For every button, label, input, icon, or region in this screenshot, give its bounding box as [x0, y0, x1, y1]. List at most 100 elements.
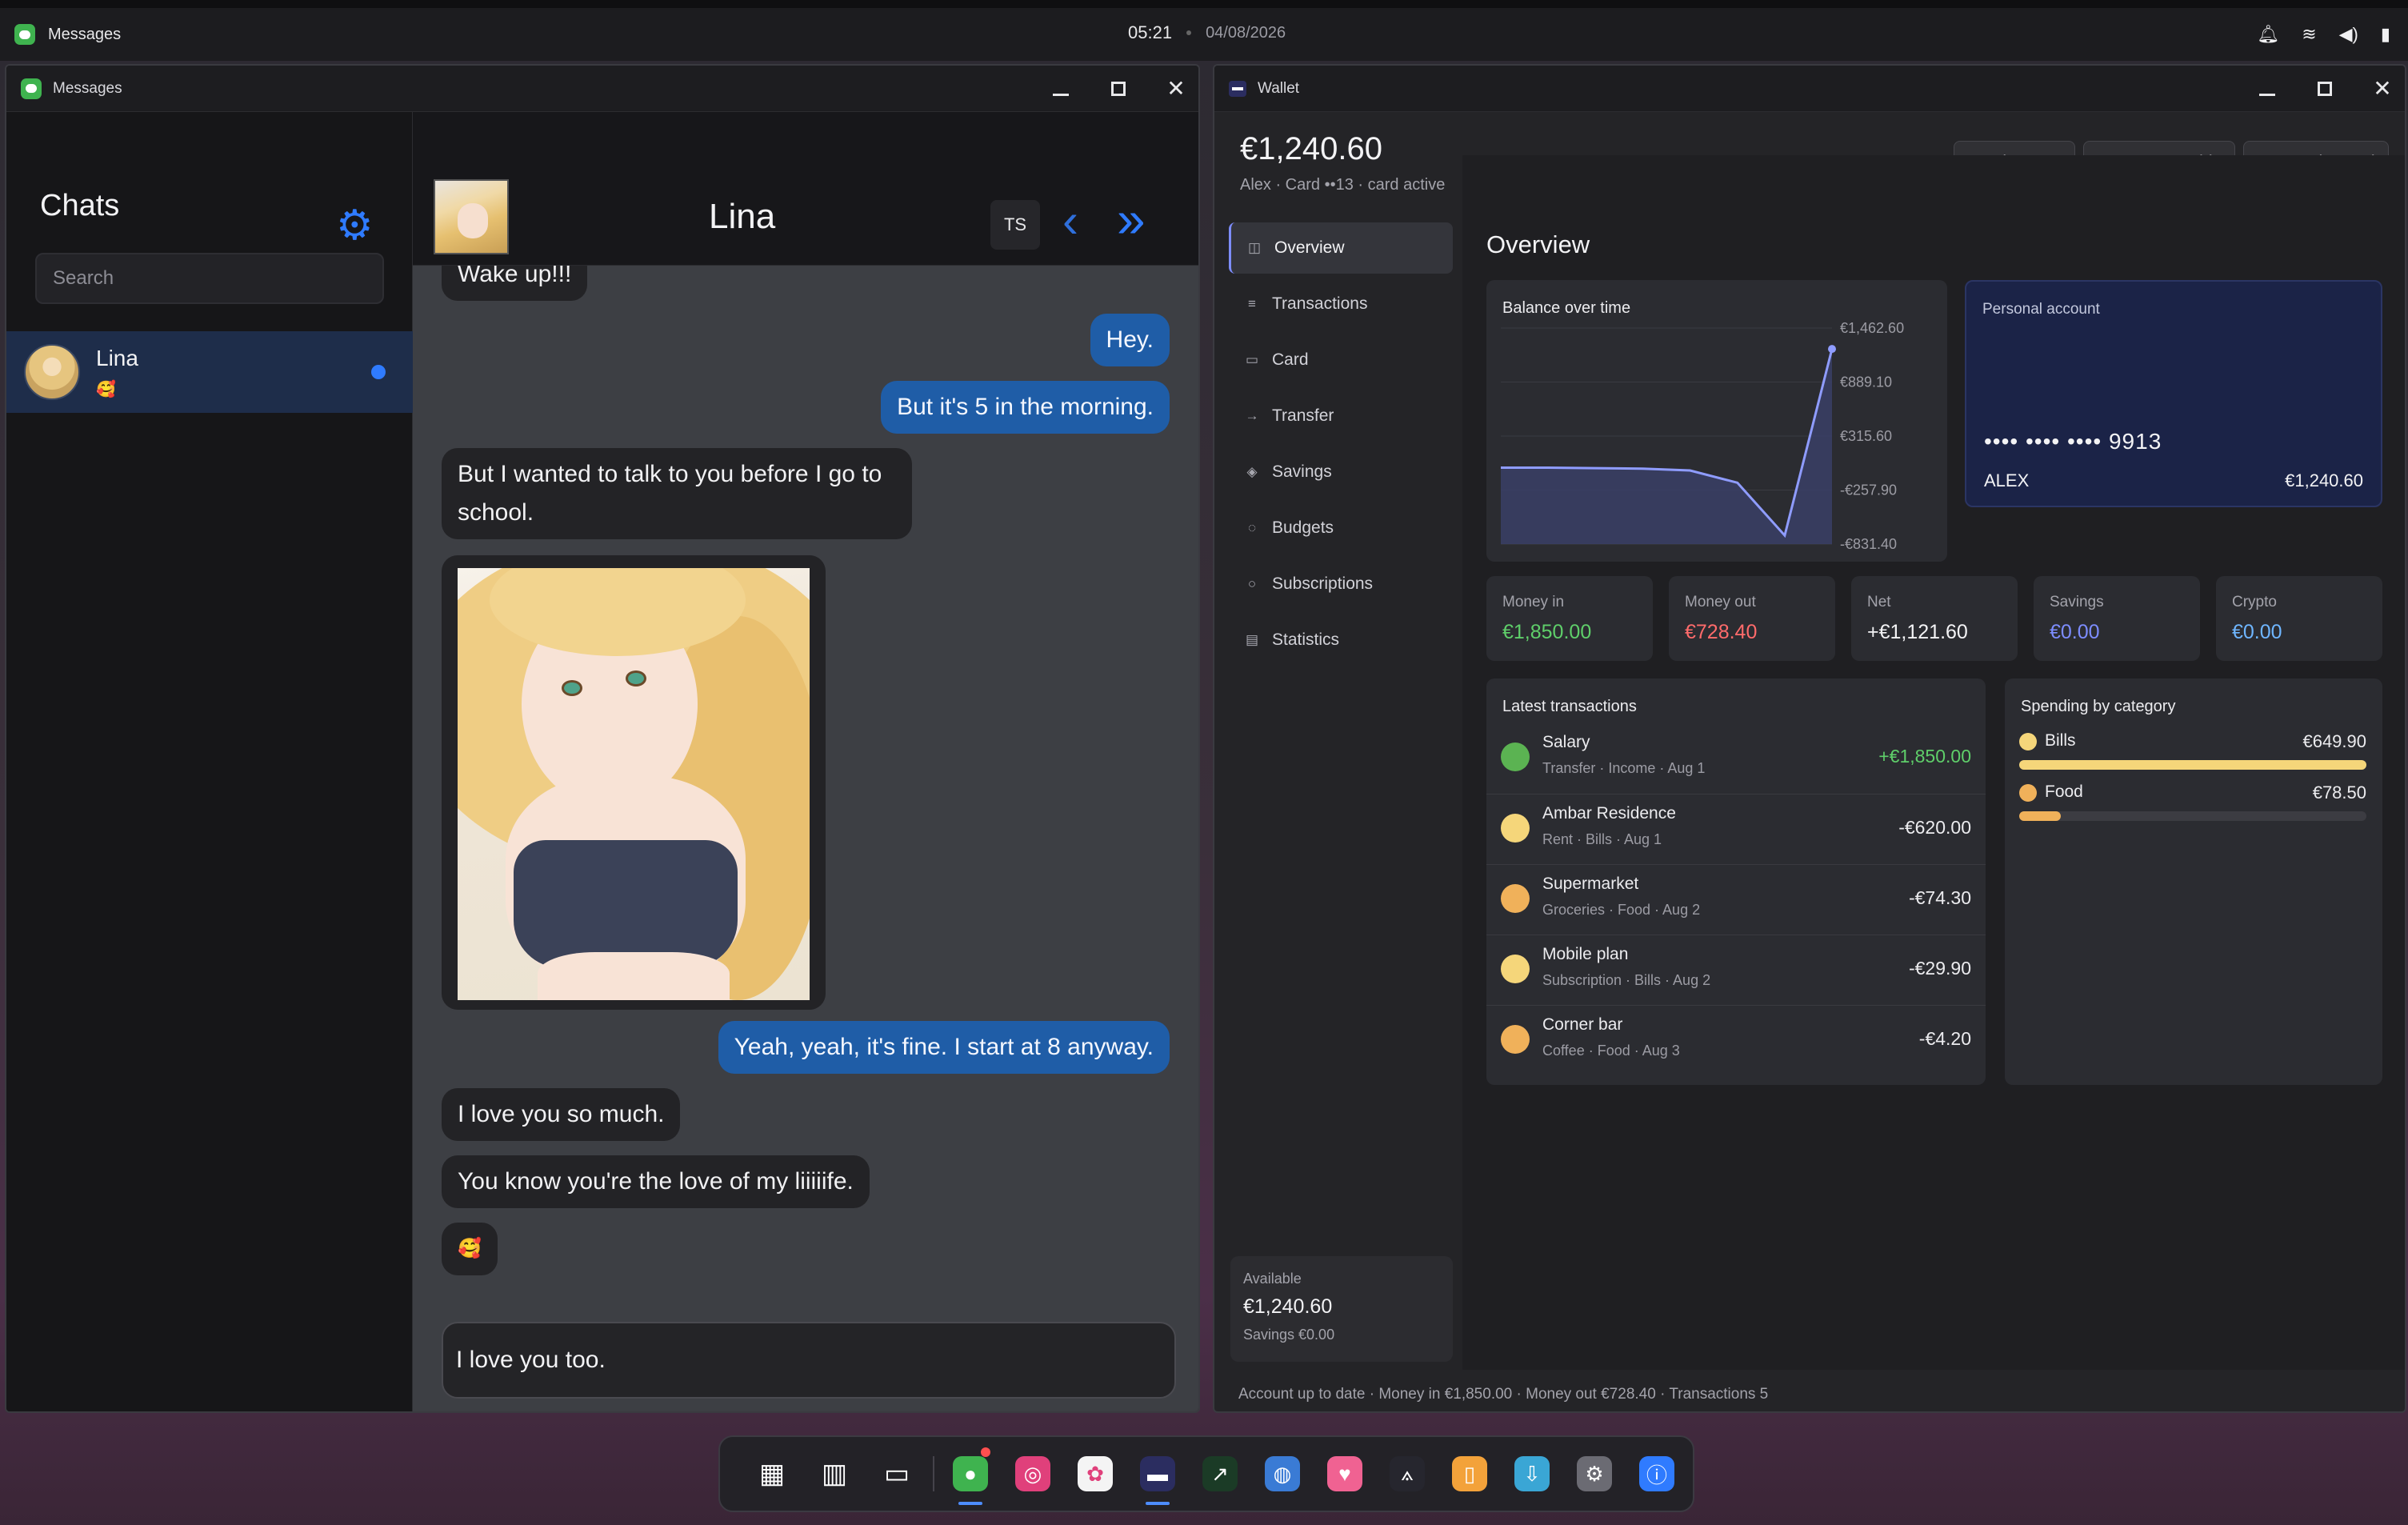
photos-app-icon: ✿ — [1078, 1456, 1113, 1491]
category-dot — [1501, 955, 1530, 983]
nav-label: Overview — [1274, 238, 1345, 257]
dock: ▦ ▥ ▭ ● ◎ ✿ ▬ ↗ ◍ ♥ ⟑ ▯ ⇩ ⚙ ⓘ — [718, 1435, 1694, 1512]
card-number: •••• •••• •••• 9913 — [1984, 429, 2162, 454]
workspaces-icon: ▥ — [821, 1459, 848, 1489]
savings-icon: ◈ — [1246, 464, 1258, 479]
window-title: Wallet — [1258, 79, 1300, 97]
transaction-meta: Coffee · Food · Aug 3 — [1542, 1043, 1680, 1059]
messages-titlebar[interactable]: Messages ✕ — [6, 66, 1198, 112]
chevron-left-icon[interactable]: ‹ — [1062, 189, 1078, 253]
chat-list-item-lina[interactable]: Lina 🥰 — [6, 331, 413, 413]
stat-crypto: Crypto €0.00 — [2216, 576, 2382, 661]
dock-item[interactable]: ♥ — [1314, 1443, 1376, 1505]
dock-item[interactable]: ◎ — [1002, 1443, 1064, 1505]
dock-item[interactable]: ✿ — [1064, 1443, 1126, 1505]
nav-label: Card — [1272, 350, 1309, 369]
system-tray: 🔔︎ ≋ ◀) ▮ — [2257, 24, 2390, 45]
clock-separator — [1186, 30, 1192, 35]
status-line: Account up to date · Money in €1,850.00 … — [1238, 1386, 1769, 1403]
battery-icon[interactable]: ▮ — [2381, 24, 2390, 45]
minimize-button[interactable] — [2256, 78, 2278, 100]
nav-item-statistics[interactable]: ▤ Statistics — [1229, 614, 1453, 666]
chart-tick-label: €1,462.60 — [1840, 320, 1904, 336]
chat-name: Lina — [96, 346, 138, 370]
available-savings: Savings €0.00 — [1243, 1327, 1335, 1343]
transaction-name: Supermarket — [1542, 875, 1639, 893]
transaction-row[interactable]: Corner bar Coffee · Food · Aug 3 -€4.20 — [1486, 1005, 1986, 1075]
spending-title: Spending by category — [2021, 698, 2176, 715]
nav-item-card[interactable]: ▭ Card — [1229, 334, 1453, 386]
clock[interactable]: 05:21 04/08/2026 — [1128, 22, 1286, 43]
ts-button[interactable]: TS — [990, 200, 1040, 250]
bell-icon[interactable]: 🔔︎ — [2257, 24, 2279, 45]
message-image[interactable] — [442, 555, 826, 1010]
nav-item-subscriptions[interactable]: ○ Subscriptions — [1229, 558, 1453, 610]
card-icon: ▭ — [1245, 352, 1259, 367]
budgets-icon: ◌ — [1247, 520, 1257, 535]
search-input[interactable] — [35, 253, 384, 304]
transaction-meta: Transfer · Income · Aug 1 — [1542, 760, 1706, 776]
dock-item[interactable]: ⟑ — [1376, 1443, 1438, 1505]
available-value: €1,240.60 — [1243, 1295, 1333, 1318]
dock-item[interactable]: ▬ — [1126, 1443, 1189, 1505]
maximize-button[interactable] — [1107, 78, 1130, 100]
message-thread[interactable]: Wake up!!! Hey. But it's 5 in the mornin… — [413, 266, 1198, 1309]
contact-avatar[interactable] — [434, 179, 509, 254]
nav-item-budgets[interactable]: ◌ Budgets — [1229, 502, 1453, 554]
statistics-icon: ▤ — [1245, 632, 1259, 647]
nav-item-overview[interactable]: ◫ Overview — [1229, 222, 1453, 274]
messages-app-icon — [14, 24, 35, 45]
settings-gear-icon[interactable]: ⚙ — [336, 205, 374, 246]
transaction-name: Corner bar — [1542, 1015, 1623, 1034]
transactions-icon: ≡ — [1248, 296, 1256, 311]
close-button[interactable]: ✕ — [1165, 78, 1187, 100]
page-title: Overview — [1486, 230, 1590, 258]
dock-item[interactable]: ▯ — [1438, 1443, 1501, 1505]
available-balance-card: Available €1,240.60 Savings €0.00 — [1230, 1256, 1453, 1362]
stat-label: Net — [1867, 594, 1891, 610]
nav-item-transfer[interactable]: → Transfer — [1229, 390, 1453, 442]
transaction-row[interactable]: Ambar Residence Rent · Bills · Aug 1 -€6… — [1486, 794, 1986, 864]
double-chevron-right-icon[interactable]: » — [1117, 187, 1145, 251]
transaction-meta: Rent · Bills · Aug 1 — [1542, 831, 1662, 847]
nav-item-savings[interactable]: ◈ Savings — [1229, 446, 1453, 498]
transaction-row[interactable]: Mobile plan Subscription · Bills · Aug 2… — [1486, 935, 1986, 1005]
dock-item[interactable]: ▭ — [866, 1443, 928, 1505]
volume-icon[interactable]: ◀) — [2339, 24, 2358, 45]
category-dot — [2019, 733, 2037, 750]
close-button[interactable]: ✕ — [2371, 78, 2394, 100]
transaction-row[interactable]: Salary Transfer · Income · Aug 1 +€1,850… — [1486, 723, 1986, 794]
account-label: Personal account — [1982, 301, 2100, 318]
message-incoming: I love you so much. — [442, 1088, 681, 1141]
stat-label: Crypto — [2232, 594, 2277, 610]
stat-label: Money out — [1685, 594, 1756, 610]
dock-item[interactable]: ⚙ — [1563, 1443, 1626, 1505]
minimize-button[interactable] — [1050, 78, 1072, 100]
desktop-icon: ▭ — [883, 1459, 910, 1489]
dock-item[interactable]: ● — [939, 1443, 1002, 1505]
maximize-button[interactable] — [2314, 78, 2336, 100]
chart-point[interactable] — [1828, 345, 1836, 354]
browser-app-icon: ◍ — [1265, 1456, 1300, 1491]
wifi-icon[interactable]: ≋ — [2302, 24, 2316, 45]
category-dot — [2019, 784, 2037, 802]
category-dot — [1501, 884, 1530, 913]
category-name: Bills — [2045, 731, 2076, 750]
message-composer-input[interactable] — [442, 1322, 1176, 1399]
dock-item[interactable]: ⇩ — [1501, 1443, 1563, 1505]
dock-item[interactable]: ↗ — [1189, 1443, 1251, 1505]
messages-app-icon: ● — [953, 1456, 988, 1491]
dock-item[interactable]: ▦ — [741, 1443, 803, 1505]
transaction-row[interactable]: Supermarket Groceries · Food · Aug 2 -€7… — [1486, 864, 1986, 935]
nav-item-transactions[interactable]: ≡ Transactions — [1229, 278, 1453, 330]
wallet-titlebar[interactable]: Wallet ✕ — [1214, 66, 2405, 112]
dock-item[interactable]: ◍ — [1251, 1443, 1314, 1505]
dock-item[interactable]: ▥ — [803, 1443, 866, 1505]
clock-time: 05:21 — [1128, 22, 1173, 42]
balance-chart: €1,462.60 €889.10 €315.60 -€257.90 -€831.40 — [1501, 320, 1904, 552]
category-dot — [1501, 1025, 1530, 1054]
personal-account-card[interactable]: Personal account •••• •••• •••• 9913 ALE… — [1965, 280, 2382, 507]
dock-item[interactable]: ⓘ — [1626, 1443, 1688, 1505]
active-app-indicator: Messages — [0, 24, 121, 45]
stat-savings: Savings €0.00 — [2034, 576, 2200, 661]
